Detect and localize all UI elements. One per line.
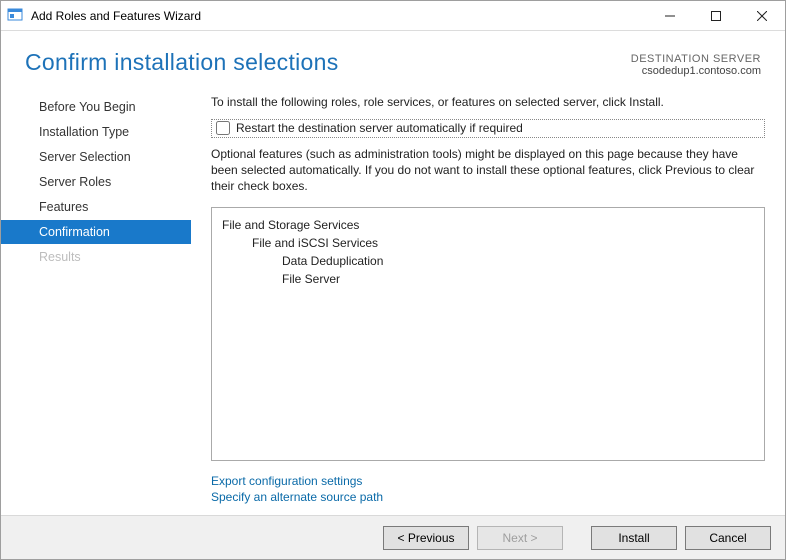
nav-server-selection[interactable]: Server Selection xyxy=(21,145,191,169)
alternate-source-link[interactable]: Specify an alternate source path xyxy=(211,489,765,505)
page-title: Confirm installation selections xyxy=(25,49,339,76)
destination-info: DESTINATION SERVER csodedup1.contoso.com xyxy=(631,49,761,77)
install-button[interactable]: Install xyxy=(591,526,677,550)
tree-item: File and iSCSI Services xyxy=(222,234,754,252)
window-title: Add Roles and Features Wizard xyxy=(31,9,647,23)
destination-server: csodedup1.contoso.com xyxy=(631,65,761,77)
tree-item: File and Storage Services xyxy=(222,216,754,234)
next-button: Next > xyxy=(477,526,563,550)
wizard-window: Add Roles and Features Wizard Confirm in… xyxy=(0,0,786,560)
titlebar: Add Roles and Features Wizard xyxy=(1,1,785,31)
previous-button[interactable]: < Previous xyxy=(383,526,469,550)
close-button[interactable] xyxy=(739,1,785,31)
selection-tree: File and Storage Services File and iSCSI… xyxy=(211,207,765,461)
restart-checkbox-label: Restart the destination server automatic… xyxy=(236,121,523,135)
tree-item: Data Deduplication xyxy=(222,252,754,270)
cancel-button[interactable]: Cancel xyxy=(685,526,771,550)
nav-confirmation[interactable]: Confirmation xyxy=(1,220,191,244)
minimize-button[interactable] xyxy=(647,1,693,31)
nav-installation-type[interactable]: Installation Type xyxy=(21,120,191,144)
action-links: Export configuration settings Specify an… xyxy=(211,461,765,515)
maximize-button[interactable] xyxy=(693,1,739,31)
nav-server-roles[interactable]: Server Roles xyxy=(21,170,191,194)
nav-before-you-begin[interactable]: Before You Begin xyxy=(21,95,191,119)
tree-item: File Server xyxy=(222,270,754,288)
nav-results: Results xyxy=(21,245,191,269)
page-header: Confirm installation selections DESTINAT… xyxy=(1,31,785,85)
install-instruction: To install the following roles, role ser… xyxy=(211,95,765,109)
optional-features-note: Optional features (such as administratio… xyxy=(211,146,765,195)
export-config-link[interactable]: Export configuration settings xyxy=(211,473,765,489)
nav-features[interactable]: Features xyxy=(21,195,191,219)
main-panel: To install the following roles, role ser… xyxy=(191,85,785,515)
restart-checkbox-row[interactable]: Restart the destination server automatic… xyxy=(211,119,765,138)
restart-checkbox[interactable] xyxy=(216,121,230,135)
app-icon xyxy=(7,7,25,25)
destination-label: DESTINATION SERVER xyxy=(631,53,761,65)
wizard-body: Before You Begin Installation Type Serve… xyxy=(1,85,785,515)
wizard-nav: Before You Begin Installation Type Serve… xyxy=(1,85,191,515)
wizard-footer: < Previous Next > Install Cancel xyxy=(1,515,785,559)
